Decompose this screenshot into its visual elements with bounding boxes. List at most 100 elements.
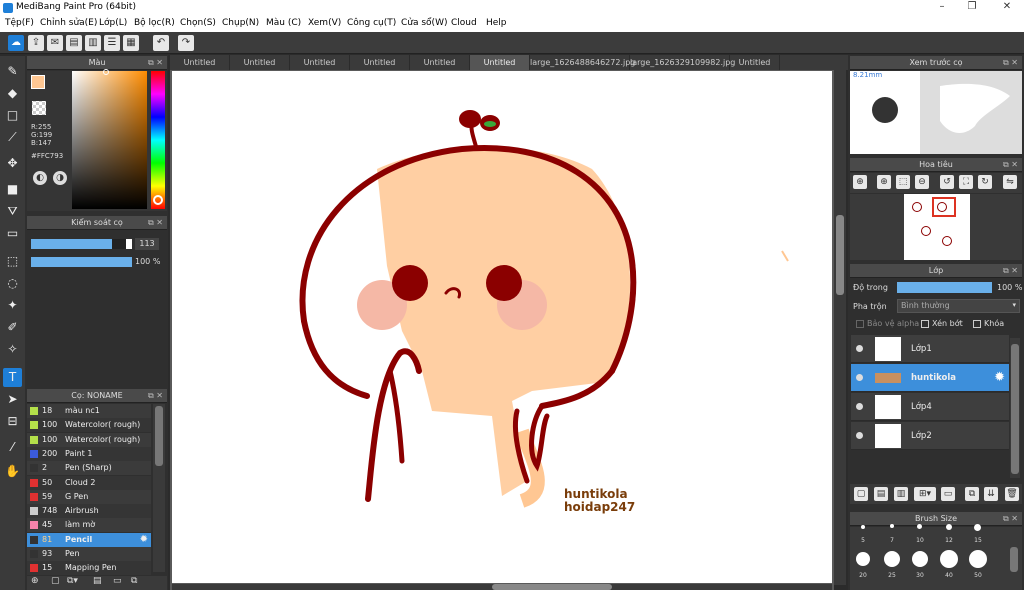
grid-icon[interactable]: ▦ [123,35,139,51]
opacity-slider[interactable] [31,257,132,267]
gradient-tool-icon[interactable]: ▭ [3,224,22,243]
copy-brush-icon[interactable]: ⧉▾ [67,576,78,586]
menu-color[interactable]: Màu (C) [266,18,301,28]
blend-mode-select[interactable]: Bình thường ▾ [897,299,1020,313]
brush-list-item[interactable]: 18 màu nc1 [27,404,151,418]
gear-icon[interactable]: ✹ [140,533,148,547]
menu-select[interactable]: Chọn(S) [180,18,216,28]
brush-list-item[interactable]: 100 Watercolor( rough) [27,418,151,433]
vscroll-thumb[interactable] [836,215,844,295]
size-slider[interactable] [31,239,132,249]
layer-row[interactable]: Lớp4 [851,393,1009,421]
zoom-out-icon[interactable]: ⊖ [915,175,929,189]
hscroll-thumb[interactable] [492,584,612,590]
primary-color-swatch[interactable] [31,75,45,89]
layer-row-selected[interactable]: huntikola ✹ [851,364,1009,392]
visibility-icon[interactable] [856,432,863,439]
new-8bit-icon[interactable]: ▥ [894,487,908,501]
brush-list-scrollbar[interactable] [153,404,165,572]
zoom-plus-icon[interactable]: ⊕ [877,175,891,189]
gear-icon[interactable]: ✹ [994,370,1005,385]
menu-view[interactable]: Xem(V) [308,18,341,28]
brush-list-item[interactable]: 200 Paint 1 [27,446,151,461]
dot-tool-icon[interactable]: ⟋ [3,128,22,147]
brush-size-dot[interactable] [884,551,900,567]
brush-list-item[interactable]: 748 Airbrush [27,504,151,519]
clipping-checkbox[interactable] [921,320,929,328]
operation-tool-icon[interactable]: ➤ [3,390,22,409]
layer-scrollbar[interactable] [1010,338,1020,478]
edit-brush-icon[interactable]: ▤ [93,576,102,586]
duplicate-layer-icon[interactable]: ⧉ [965,487,979,501]
eyedropper-icon[interactable]: ⁄ [3,438,22,457]
scroll-thumb[interactable] [1010,547,1018,572]
brush-size-dot[interactable] [890,524,894,528]
popout-icon[interactable]: ⧉ ✕ [1003,56,1018,70]
eraser-tool-icon[interactable]: ◆ [3,84,22,103]
menu-file[interactable]: Tệp(F) [5,18,34,28]
tab-untitled-3[interactable]: Untitled [290,55,350,70]
brush-size-dot[interactable] [940,550,958,568]
tab-large-jpg-2[interactable]: large_1626329109982.jpg [630,55,735,70]
undo-icon[interactable]: ↶ [153,35,169,51]
saturation-value-square[interactable] [72,71,147,209]
layer-add-menu-icon[interactable]: ⊞▾ [914,487,936,501]
menu-tools[interactable]: Công cụ(T) [347,18,396,28]
tab-untitled-4[interactable]: Untitled [350,55,410,70]
document-icon[interactable]: ▥ [85,35,101,51]
trash-icon[interactable]: 🗑 [1005,487,1019,501]
brush-list-item[interactable]: 2 Pen (Sharp) [27,461,151,476]
hue-slider[interactable] [151,71,165,209]
maximize-icon[interactable]: ❐ [965,1,979,12]
tab-untitled-active[interactable]: Untitled [470,55,530,70]
brush-size-dot[interactable] [974,524,981,531]
rotate-left-icon[interactable]: ↺ [940,175,954,189]
hue-cursor[interactable] [153,195,163,205]
menu-help[interactable]: Help [486,18,507,28]
visibility-icon[interactable] [856,345,863,352]
fit-icon[interactable]: ⬚ [896,175,910,189]
new-halftone-icon[interactable]: ▤ [874,487,888,501]
flip-icon[interactable]: ⇋ [1003,175,1017,189]
share-icon[interactable]: ⇪ [28,35,44,51]
fullscreen-icon[interactable]: ⛶ [959,175,973,189]
menu-layer[interactable]: Lớp(L) [99,18,127,28]
tab-large-jpg-1[interactable]: large_1626488646272.jpg [530,55,635,70]
palette-icon[interactable]: ◐ [33,171,47,185]
list-icon[interactable]: ☰ [104,35,120,51]
brush-size-dot[interactable] [969,550,987,568]
visibility-icon[interactable] [856,374,863,381]
menu-window[interactable]: Cửa sổ(W) [401,18,447,28]
duplicate-icon[interactable]: ⧉ [131,576,137,586]
magic-wand-icon[interactable]: ✦ [3,296,22,315]
speech-icon[interactable]: ▤ [66,35,82,51]
close-icon[interactable]: ✕ [1000,1,1014,12]
add-brush-icon[interactable]: ⊕ [31,576,39,586]
brush-size-dot[interactable] [861,525,865,529]
menu-filter[interactable]: Bộ lọc(R) [134,18,175,28]
frame-tool-icon[interactable]: ⊟ [3,412,22,431]
popout-icon[interactable]: ⧉ ✕ [148,56,163,70]
visibility-icon[interactable] [856,403,863,410]
new-layer-icon[interactable]: ▢ [854,487,868,501]
popout-icon[interactable]: ⧉ ✕ [1003,158,1018,172]
comment-icon[interactable]: ✉ [47,35,63,51]
brush-tool-icon[interactable]: ✎ [3,62,22,81]
brush-size-dot[interactable] [917,524,922,529]
fill-rect-tool-icon[interactable]: ■ [3,180,22,199]
zoom-in-icon[interactable]: ⊕ [853,175,867,189]
bucket-tool-icon[interactable]: ⛛ [3,202,22,221]
tab-untitled-1[interactable]: Untitled [170,55,230,70]
brush-size-dot[interactable] [912,551,928,567]
new-brush-icon[interactable]: ▢ [51,576,60,586]
minimize-icon[interactable]: – [935,1,949,12]
tab-untitled-5[interactable]: Untitled [410,55,470,70]
brush-list-item[interactable]: 59 G Pen [27,489,151,504]
tab-untitled-last[interactable]: Untitled [730,55,780,70]
brush-list-item[interactable]: 93 Pen [27,547,151,561]
color-picker-icon[interactable]: ◑ [53,171,67,185]
redo-icon[interactable]: ↷ [178,35,194,51]
layer-row[interactable]: Lớp2 [851,422,1009,450]
brush-list-item[interactable]: 81 Pencil ✹ [27,532,151,547]
shape-tool-icon[interactable]: □ [3,106,22,125]
